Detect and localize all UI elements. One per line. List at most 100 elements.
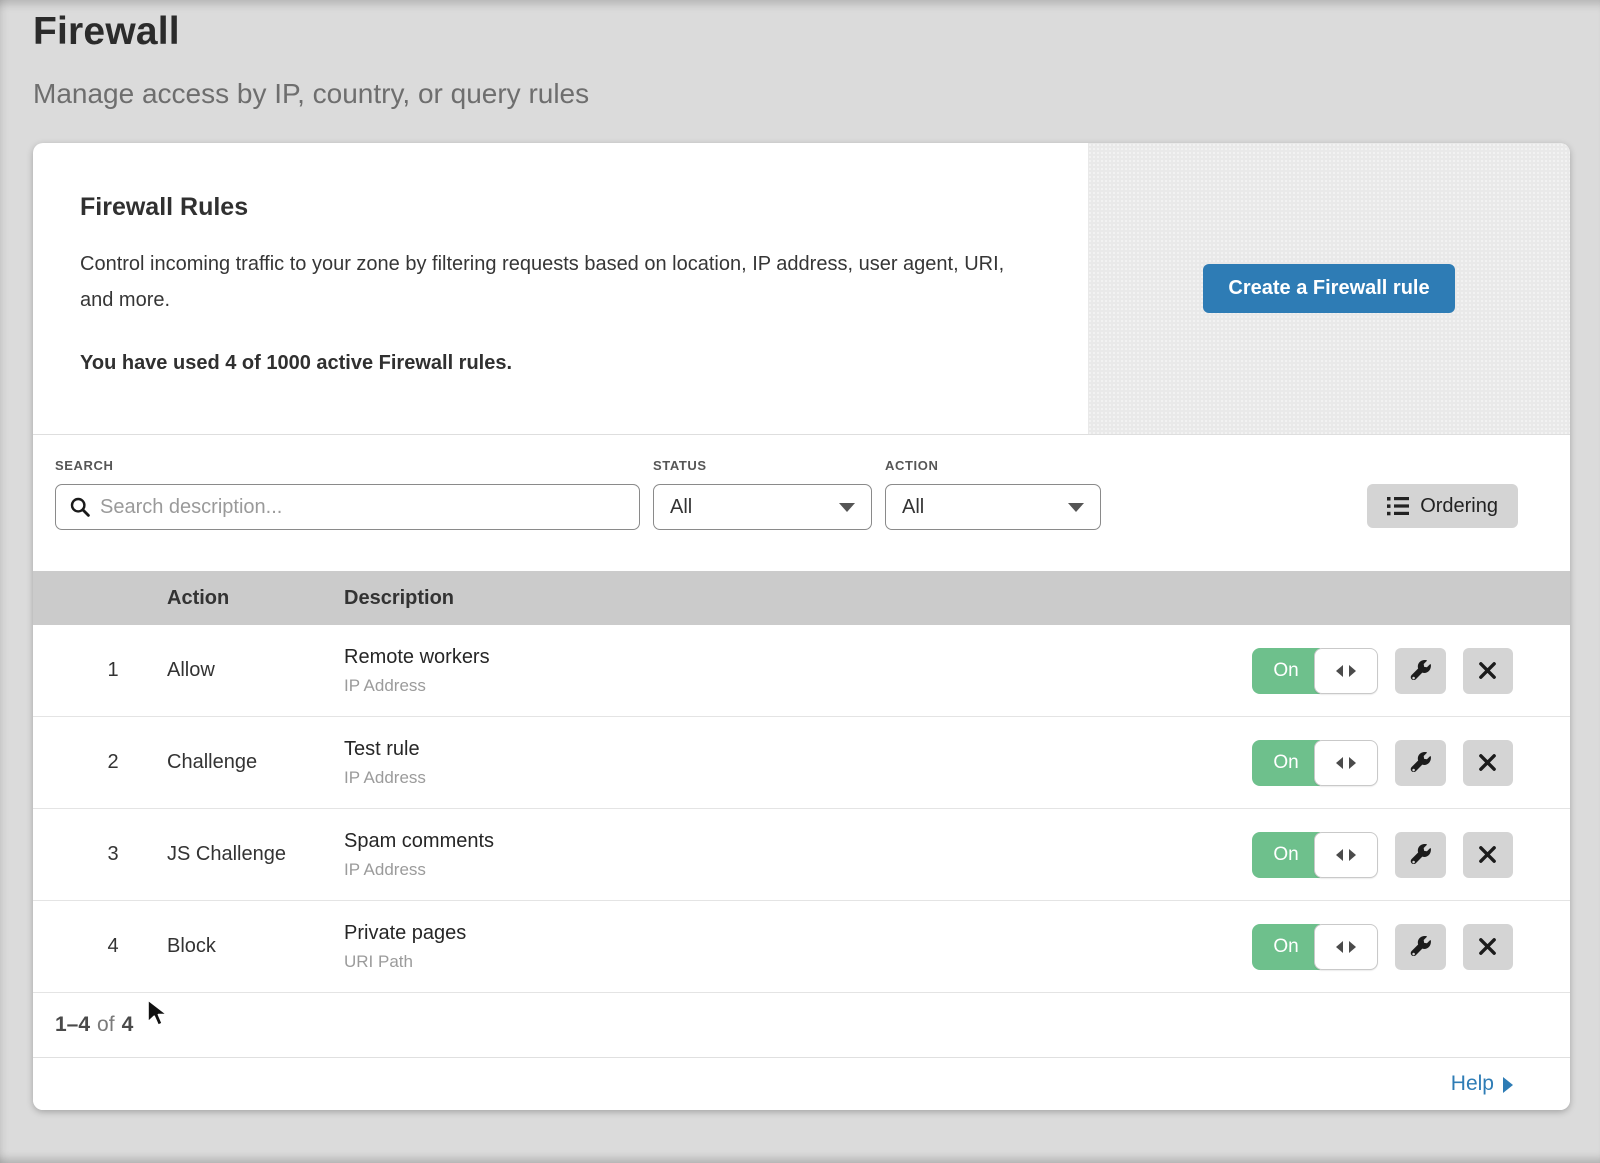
rule-description-cell: Spam comments IP Address [344,830,1252,880]
table-body: 1 Allow Remote workers IP Address On [33,625,1570,993]
rule-priority: 3 [33,843,167,866]
wrench-icon [1410,844,1431,865]
firewall-rules-card: Firewall Rules Control incoming traffic … [33,143,1570,1110]
rule-enabled-toggle[interactable]: On [1252,832,1378,878]
rule-priority: 2 [33,751,167,774]
rule-description-cell: Private pages URI Path [344,922,1252,972]
delete-rule-button[interactable] [1463,648,1514,694]
pagination-range: 1–4 [55,1013,90,1037]
rule-enabled-toggle[interactable]: On [1252,740,1378,786]
filters-bar: SEARCH STATUS All ACTION All [33,435,1570,571]
card-footer: Help [33,1058,1570,1110]
rule-description: Test rule [344,738,1252,761]
rules-usage-text: You have used 4 of 1000 active Firewall … [80,352,1038,375]
edit-rule-button[interactable] [1395,740,1446,786]
firewall-rules-summary-section: Firewall Rules Control incoming traffic … [33,143,1570,435]
rule-controls: On [1252,832,1570,878]
rule-match-type: IP Address [344,860,1252,880]
rules-table: Action Description 1 Allow Remote worker… [33,571,1570,993]
delete-rule-button[interactable] [1463,924,1514,970]
rule-priority: 1 [33,659,167,682]
delete-rule-button[interactable] [1463,832,1514,878]
search-label: SEARCH [55,458,640,473]
table-row: 3 JS Challenge Spam comments IP Address … [33,809,1570,901]
toggle-on-label: On [1252,924,1320,970]
toggle-on-label: On [1252,740,1320,786]
description-column-header: Description [344,587,1252,610]
rule-match-type: IP Address [344,768,1252,788]
firewall-page: Firewall Manage access by IP, country, o… [0,0,1600,110]
arrow-right-icon [1349,665,1356,677]
wrench-icon [1410,936,1431,957]
rule-priority: 4 [33,935,167,958]
action-column-header: Action [167,587,344,610]
rule-match-type: IP Address [344,676,1252,696]
rule-controls: On [1252,924,1570,970]
toggle-on-label: On [1252,648,1320,694]
action-filter: ACTION All [885,458,1101,530]
rule-action: JS Challenge [167,843,344,866]
arrow-left-icon [1336,757,1343,769]
arrow-right-icon [1349,849,1356,861]
status-select-value: All [670,496,692,519]
rule-match-type: URI Path [344,952,1252,972]
rule-controls: On [1252,740,1570,786]
create-rule-panel: Create a Firewall rule [1088,143,1570,434]
page-subtitle: Manage access by IP, country, or query r… [33,78,1570,110]
pagination-of: of [97,1013,115,1037]
table-row: 4 Block Private pages URI Path On [33,901,1570,993]
close-icon [1478,845,1497,864]
arrow-left-icon [1336,849,1343,861]
edit-rule-button[interactable] [1395,924,1446,970]
rule-description: Private pages [344,922,1252,945]
rule-enabled-toggle[interactable]: On [1252,924,1378,970]
arrow-right-icon [1349,941,1356,953]
status-select[interactable]: All [653,484,872,530]
arrow-left-icon [1336,941,1343,953]
rule-description-cell: Test rule IP Address [344,738,1252,788]
create-firewall-rule-button[interactable]: Create a Firewall rule [1203,264,1454,313]
pagination-total: 4 [122,1013,134,1037]
chevron-down-icon [1068,503,1084,512]
card-heading: Firewall Rules [80,193,1038,222]
close-icon [1478,661,1497,680]
rule-controls: On [1252,648,1570,694]
rule-action: Allow [167,659,344,682]
toggle-handle[interactable] [1314,648,1378,694]
edit-rule-button[interactable] [1395,648,1446,694]
toggle-on-label: On [1252,832,1320,878]
toggle-handle[interactable] [1314,924,1378,970]
action-select[interactable]: All [885,484,1101,530]
ordered-list-icon [1387,496,1409,516]
card-description: Control incoming traffic to your zone by… [80,246,1030,318]
search-input-wrap [55,484,640,530]
table-header: Action Description [33,571,1570,625]
search-input[interactable] [100,496,625,519]
rule-description: Remote workers [344,646,1252,669]
table-row: 1 Allow Remote workers IP Address On [33,625,1570,717]
ordering-button-label: Ordering [1420,495,1498,518]
delete-rule-button[interactable] [1463,740,1514,786]
search-filter: SEARCH [55,458,640,530]
toggle-handle[interactable] [1314,740,1378,786]
arrow-right-icon [1503,1077,1513,1093]
status-label: STATUS [653,458,872,473]
edit-rule-button[interactable] [1395,832,1446,878]
pagination: 1–4 of 4 [33,993,1570,1058]
wrench-icon [1410,660,1431,681]
help-link-label: Help [1451,1072,1494,1096]
table-row: 2 Challenge Test rule IP Address On [33,717,1570,809]
rule-action: Block [167,935,344,958]
close-icon [1478,753,1497,772]
page-title: Firewall [33,10,1570,54]
rule-enabled-toggle[interactable]: On [1252,648,1378,694]
wrench-icon [1410,752,1431,773]
arrow-left-icon [1336,665,1343,677]
arrow-right-icon [1349,757,1356,769]
action-label: ACTION [885,458,1101,473]
firewall-rules-info: Firewall Rules Control incoming traffic … [33,143,1088,434]
toggle-handle[interactable] [1314,832,1378,878]
search-icon [70,497,90,517]
help-link[interactable]: Help [1451,1072,1513,1096]
ordering-button[interactable]: Ordering [1367,484,1518,528]
